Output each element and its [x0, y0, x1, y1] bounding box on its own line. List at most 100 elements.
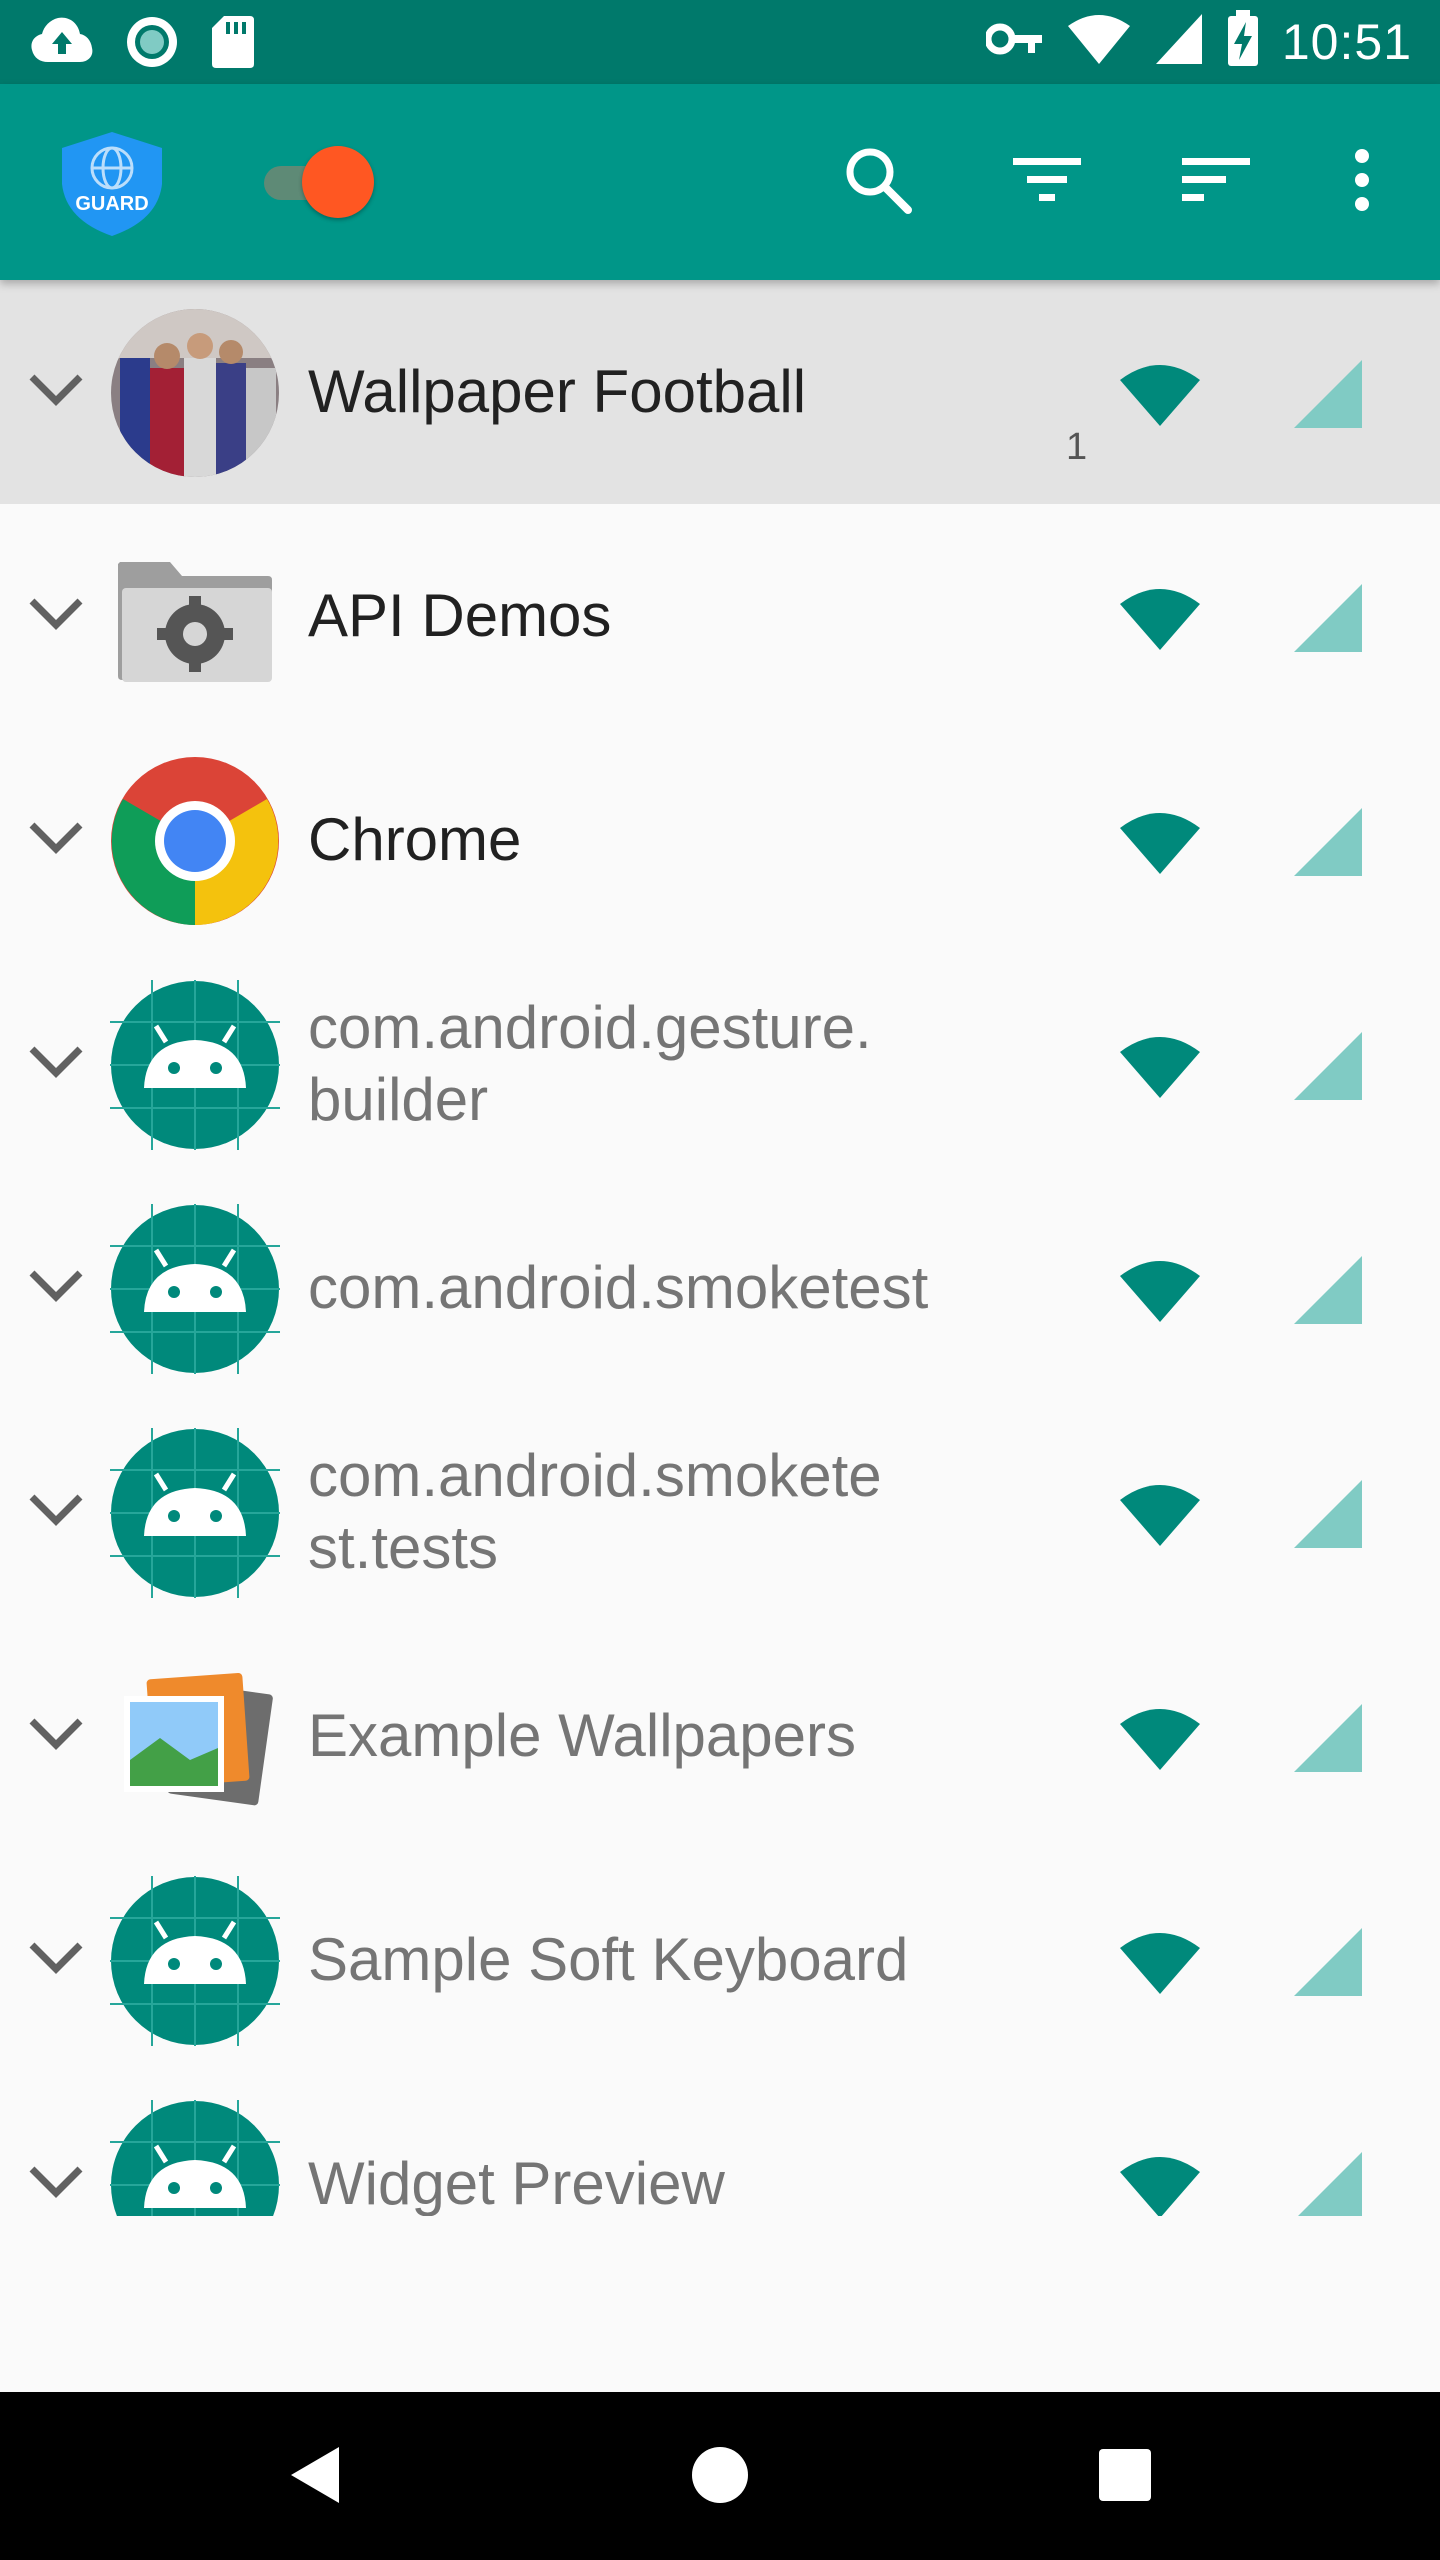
chevron-down-icon — [28, 597, 84, 636]
more-vert-icon — [1352, 148, 1372, 217]
cell-signal-icon — [1292, 808, 1364, 882]
mobile-data-permission-button[interactable] — [1292, 582, 1364, 654]
wifi-icon — [1118, 1261, 1202, 1328]
android-icon — [110, 1428, 280, 1598]
filter-icon — [1013, 154, 1081, 211]
app-row-gesture-builder[interactable]: com.android.gesture. builder — [0, 952, 1440, 1176]
app-name: com.android.gesture. builder — [308, 994, 872, 1133]
app-row-smoketest[interactable]: com.android.smoketest — [0, 1176, 1440, 1400]
wifi-permission-button[interactable] — [1118, 1480, 1202, 1548]
wifi-permission-button[interactable] — [1118, 1704, 1202, 1772]
app-name: API Demos — [308, 582, 612, 649]
android-icon — [110, 980, 280, 1150]
expand-button[interactable] — [26, 1036, 86, 1092]
cell-signal-icon — [1154, 12, 1204, 71]
wifi-icon — [1066, 12, 1132, 71]
switch-thumb — [302, 146, 374, 218]
chevron-down-icon — [28, 373, 84, 412]
filter-button[interactable] — [1003, 138, 1091, 226]
mobile-data-permission-button[interactable] — [1292, 1030, 1364, 1102]
wifi-permission-button[interactable] — [1118, 360, 1202, 428]
wallpapers-icon — [110, 1652, 280, 1822]
sort-icon — [1182, 154, 1250, 211]
status-time: 10:51 — [1281, 13, 1412, 70]
app-row-example-wallpapers[interactable]: Example Wallpapers — [0, 1624, 1440, 1848]
app-name: com.android.smokete st.tests — [308, 1442, 882, 1581]
back-button[interactable] — [270, 2432, 360, 2522]
wifi-permission-button[interactable] — [1118, 1032, 1202, 1100]
cloud-upload-icon — [30, 14, 94, 75]
app-logo: GUARD — [58, 128, 166, 240]
expand-button[interactable] — [26, 364, 86, 420]
expand-button[interactable] — [26, 588, 86, 644]
navigation-bar — [0, 2392, 1440, 2560]
battery-charging-icon — [1226, 10, 1260, 73]
mobile-data-permission-button[interactable] — [1292, 2150, 1364, 2216]
overflow-menu-button[interactable] — [1318, 138, 1406, 226]
chevron-down-icon — [28, 821, 84, 860]
app-row-sample-soft-keyboard[interactable]: Sample Soft Keyboard — [0, 1848, 1440, 2072]
app-list: Wallpaper Football 1 API Demos Chrome co… — [0, 280, 1440, 2216]
wifi-permission-button[interactable] — [1118, 584, 1202, 652]
app-name: Wallpaper Football — [308, 358, 807, 425]
request-count-badge: 1 — [1066, 426, 1088, 468]
sync-circle-icon — [124, 14, 180, 75]
wifi-permission-button[interactable] — [1118, 1256, 1202, 1324]
mobile-data-permission-button[interactable] — [1292, 358, 1364, 430]
cell-signal-icon — [1292, 1032, 1364, 1106]
expand-button[interactable] — [26, 1932, 86, 1988]
mobile-data-permission-button[interactable] — [1292, 806, 1364, 878]
wifi-icon — [1118, 813, 1202, 880]
expand-button[interactable] — [26, 2156, 86, 2212]
settings-folder-icon — [110, 532, 280, 702]
status-bar: 10:51 — [0, 0, 1440, 84]
search-icon — [842, 144, 914, 221]
mobile-data-permission-button[interactable] — [1292, 1702, 1364, 1774]
wifi-permission-button[interactable] — [1118, 2152, 1202, 2216]
expand-button[interactable] — [26, 812, 86, 868]
chevron-down-icon — [28, 2165, 84, 2204]
wifi-permission-button[interactable] — [1118, 1928, 1202, 1996]
app-name: com.android.smoketest — [308, 1254, 929, 1321]
wifi-icon — [1118, 1485, 1202, 1552]
mobile-data-permission-button[interactable] — [1292, 1926, 1364, 1998]
cell-signal-icon — [1292, 584, 1364, 658]
app-row-chrome[interactable]: Chrome — [0, 728, 1440, 952]
sort-button[interactable] — [1172, 138, 1260, 226]
app-row-wallpaper-football[interactable]: Wallpaper Football 1 — [0, 280, 1440, 504]
wifi-icon — [1118, 365, 1202, 432]
app-row-api-demos[interactable]: API Demos — [0, 504, 1440, 728]
app-bar: GUARD — [0, 84, 1440, 280]
app-row-widget-preview[interactable]: Widget Preview — [0, 2072, 1440, 2216]
app-name: Example Wallpapers — [308, 1702, 856, 1769]
search-button[interactable] — [834, 138, 922, 226]
expand-button[interactable] — [26, 1260, 86, 1316]
android-icon — [110, 1876, 280, 2046]
cell-signal-icon — [1292, 1928, 1364, 2002]
home-icon — [690, 2445, 750, 2510]
master-switch[interactable] — [258, 146, 378, 218]
back-icon — [285, 2443, 345, 2512]
chrome-icon — [110, 756, 280, 926]
app-name: Widget Preview — [308, 2150, 725, 2216]
home-button[interactable] — [675, 2432, 765, 2522]
expand-button[interactable] — [26, 1708, 86, 1764]
cell-signal-icon — [1292, 2152, 1364, 2216]
mobile-data-permission-button[interactable] — [1292, 1254, 1364, 1326]
cell-signal-icon — [1292, 1480, 1364, 1554]
chevron-down-icon — [28, 1269, 84, 1308]
sd-card-icon — [210, 14, 256, 75]
android-icon — [110, 2100, 280, 2216]
mobile-data-permission-button[interactable] — [1292, 1478, 1364, 1550]
chevron-down-icon — [28, 1045, 84, 1084]
android-icon — [110, 1204, 280, 1374]
recents-icon — [1097, 2447, 1153, 2508]
wifi-icon — [1118, 1709, 1202, 1776]
wifi-permission-button[interactable] — [1118, 808, 1202, 876]
chevron-down-icon — [28, 1717, 84, 1756]
app-row-smoketest-tests[interactable]: com.android.smokete st.tests — [0, 1400, 1440, 1624]
wifi-icon — [1118, 2157, 1202, 2216]
expand-button[interactable] — [26, 1484, 86, 1540]
recents-button[interactable] — [1080, 2432, 1170, 2522]
cell-signal-icon — [1292, 1704, 1364, 1778]
